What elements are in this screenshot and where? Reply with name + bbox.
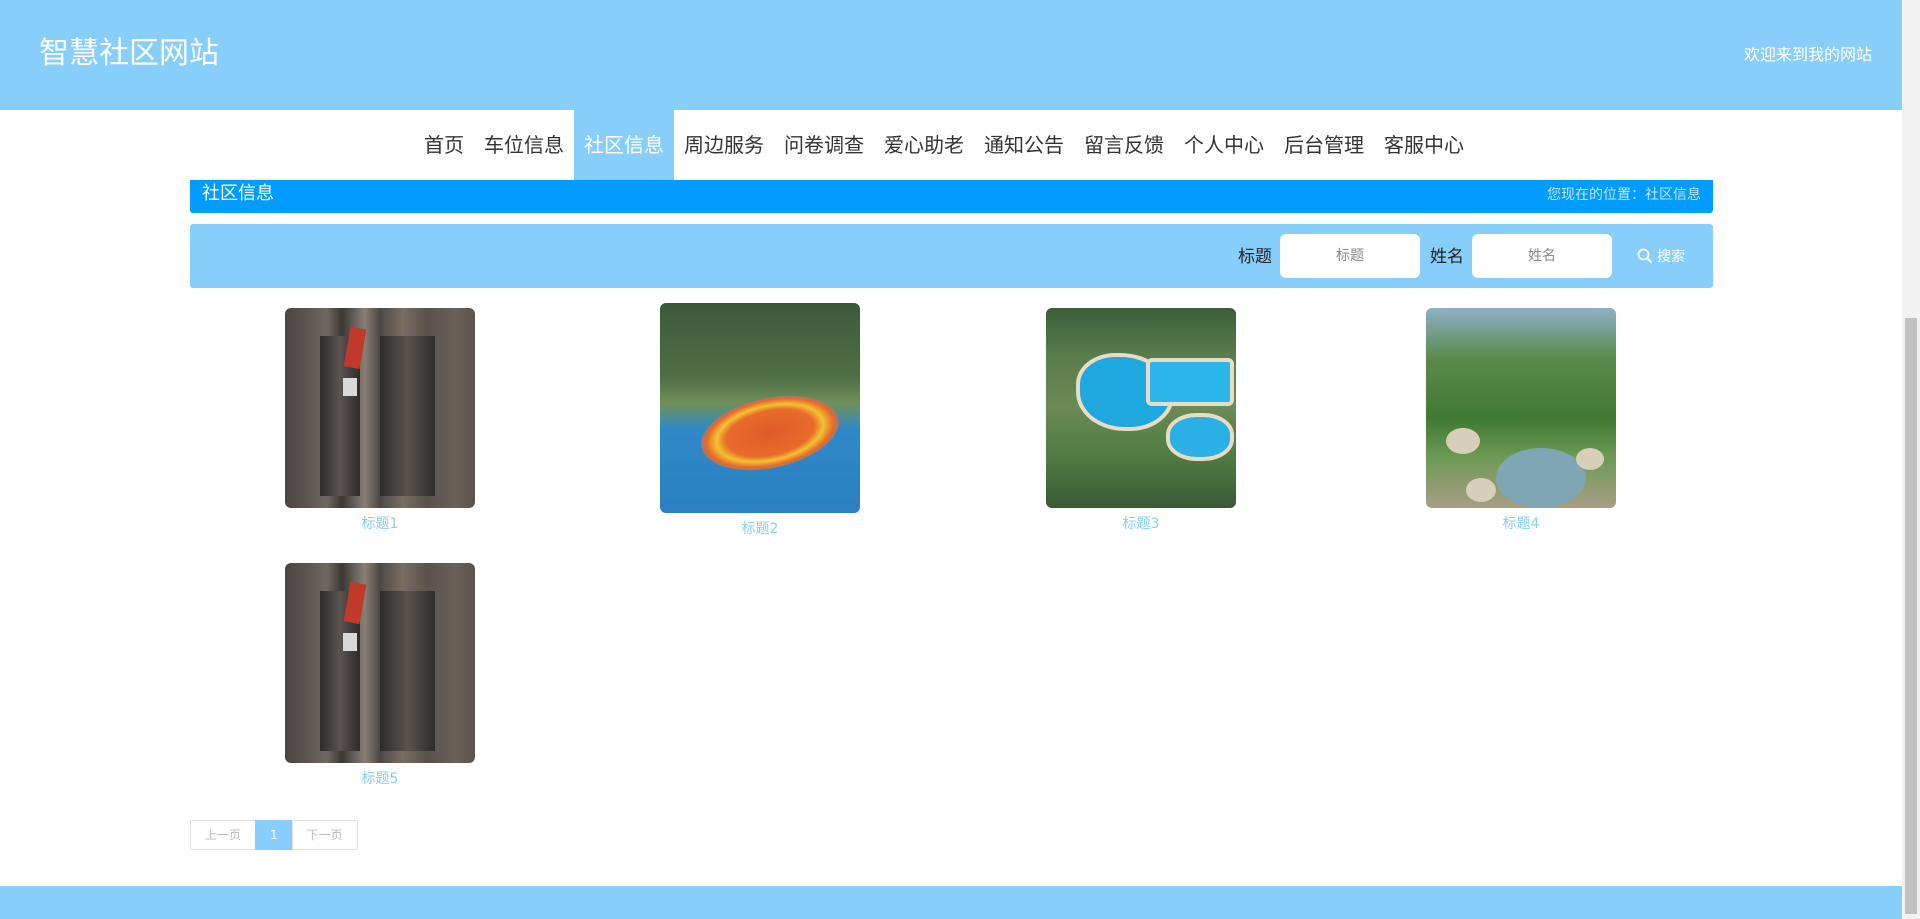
card-image[interactable]: [660, 303, 860, 513]
page-title: 社区信息: [202, 183, 274, 204]
breadcrumb: 您现在的位置：社区信息: [1547, 187, 1701, 203]
title-search-input[interactable]: [1280, 234, 1420, 278]
nav-item-customer-service[interactable]: 客服中心: [1374, 110, 1474, 180]
card-title[interactable]: 标题2: [640, 519, 880, 539]
search-bar: 标题 姓名 搜索: [190, 224, 1713, 288]
community-card[interactable]: 标题1: [260, 308, 500, 534]
header-bar: 智慧社区网站 欢迎来到我的网站: [0, 0, 1902, 110]
welcome-text: 欢迎来到我的网站: [1743, 45, 1872, 64]
card-image[interactable]: [1426, 308, 1616, 508]
pagination: 上一页 1 下一页: [190, 820, 358, 850]
search-icon: [1637, 248, 1653, 264]
main-nav: 首页 车位信息 社区信息 周边服务 问卷调查 爱心助老 通知公告 留言反馈 个人…: [0, 110, 1902, 180]
breadcrumb-bar: 社区信息 您现在的位置：社区信息: [190, 180, 1713, 213]
scrollbar-thumb[interactable]: [1905, 318, 1917, 914]
search-button[interactable]: 搜索: [1637, 244, 1685, 268]
nav-item-announcements[interactable]: 通知公告: [974, 110, 1074, 180]
site-title: 智慧社区网站: [39, 36, 219, 71]
search-button-label: 搜索: [1657, 249, 1685, 265]
name-search-input[interactable]: [1472, 234, 1612, 278]
next-page-button[interactable]: 下一页: [291, 820, 358, 850]
nav-item-parking[interactable]: 车位信息: [474, 110, 574, 180]
nav-item-home[interactable]: 首页: [414, 110, 474, 180]
name-search-label: 姓名: [1430, 247, 1464, 267]
community-card[interactable]: 标题2: [640, 303, 880, 539]
nav-item-user-center[interactable]: 个人中心: [1174, 110, 1274, 180]
community-card[interactable]: 标题5: [260, 563, 500, 789]
nav-item-community-info[interactable]: 社区信息: [574, 110, 674, 180]
card-image[interactable]: [285, 308, 475, 508]
nav-item-feedback[interactable]: 留言反馈: [1074, 110, 1174, 180]
card-title[interactable]: 标题5: [260, 769, 500, 789]
card-image[interactable]: [1046, 308, 1236, 508]
community-card[interactable]: 标题4: [1401, 308, 1641, 534]
nav-item-admin[interactable]: 后台管理: [1274, 110, 1374, 180]
card-title[interactable]: 标题1: [260, 514, 500, 534]
prev-page-button[interactable]: 上一页: [190, 820, 257, 850]
page-number-current[interactable]: 1: [255, 820, 293, 850]
title-search-label: 标题: [1238, 247, 1272, 267]
nav-item-survey[interactable]: 问卷调查: [774, 110, 874, 180]
card-title[interactable]: 标题3: [1021, 514, 1261, 534]
card-image[interactable]: [285, 563, 475, 763]
nav-item-elderly-care[interactable]: 爱心助老: [874, 110, 974, 180]
page-scrollbar[interactable]: [1902, 0, 1920, 919]
community-card[interactable]: 标题3: [1021, 308, 1261, 534]
footer-bar: [0, 886, 1902, 919]
card-title[interactable]: 标题4: [1401, 514, 1641, 534]
nav-item-nearby-services[interactable]: 周边服务: [674, 110, 774, 180]
